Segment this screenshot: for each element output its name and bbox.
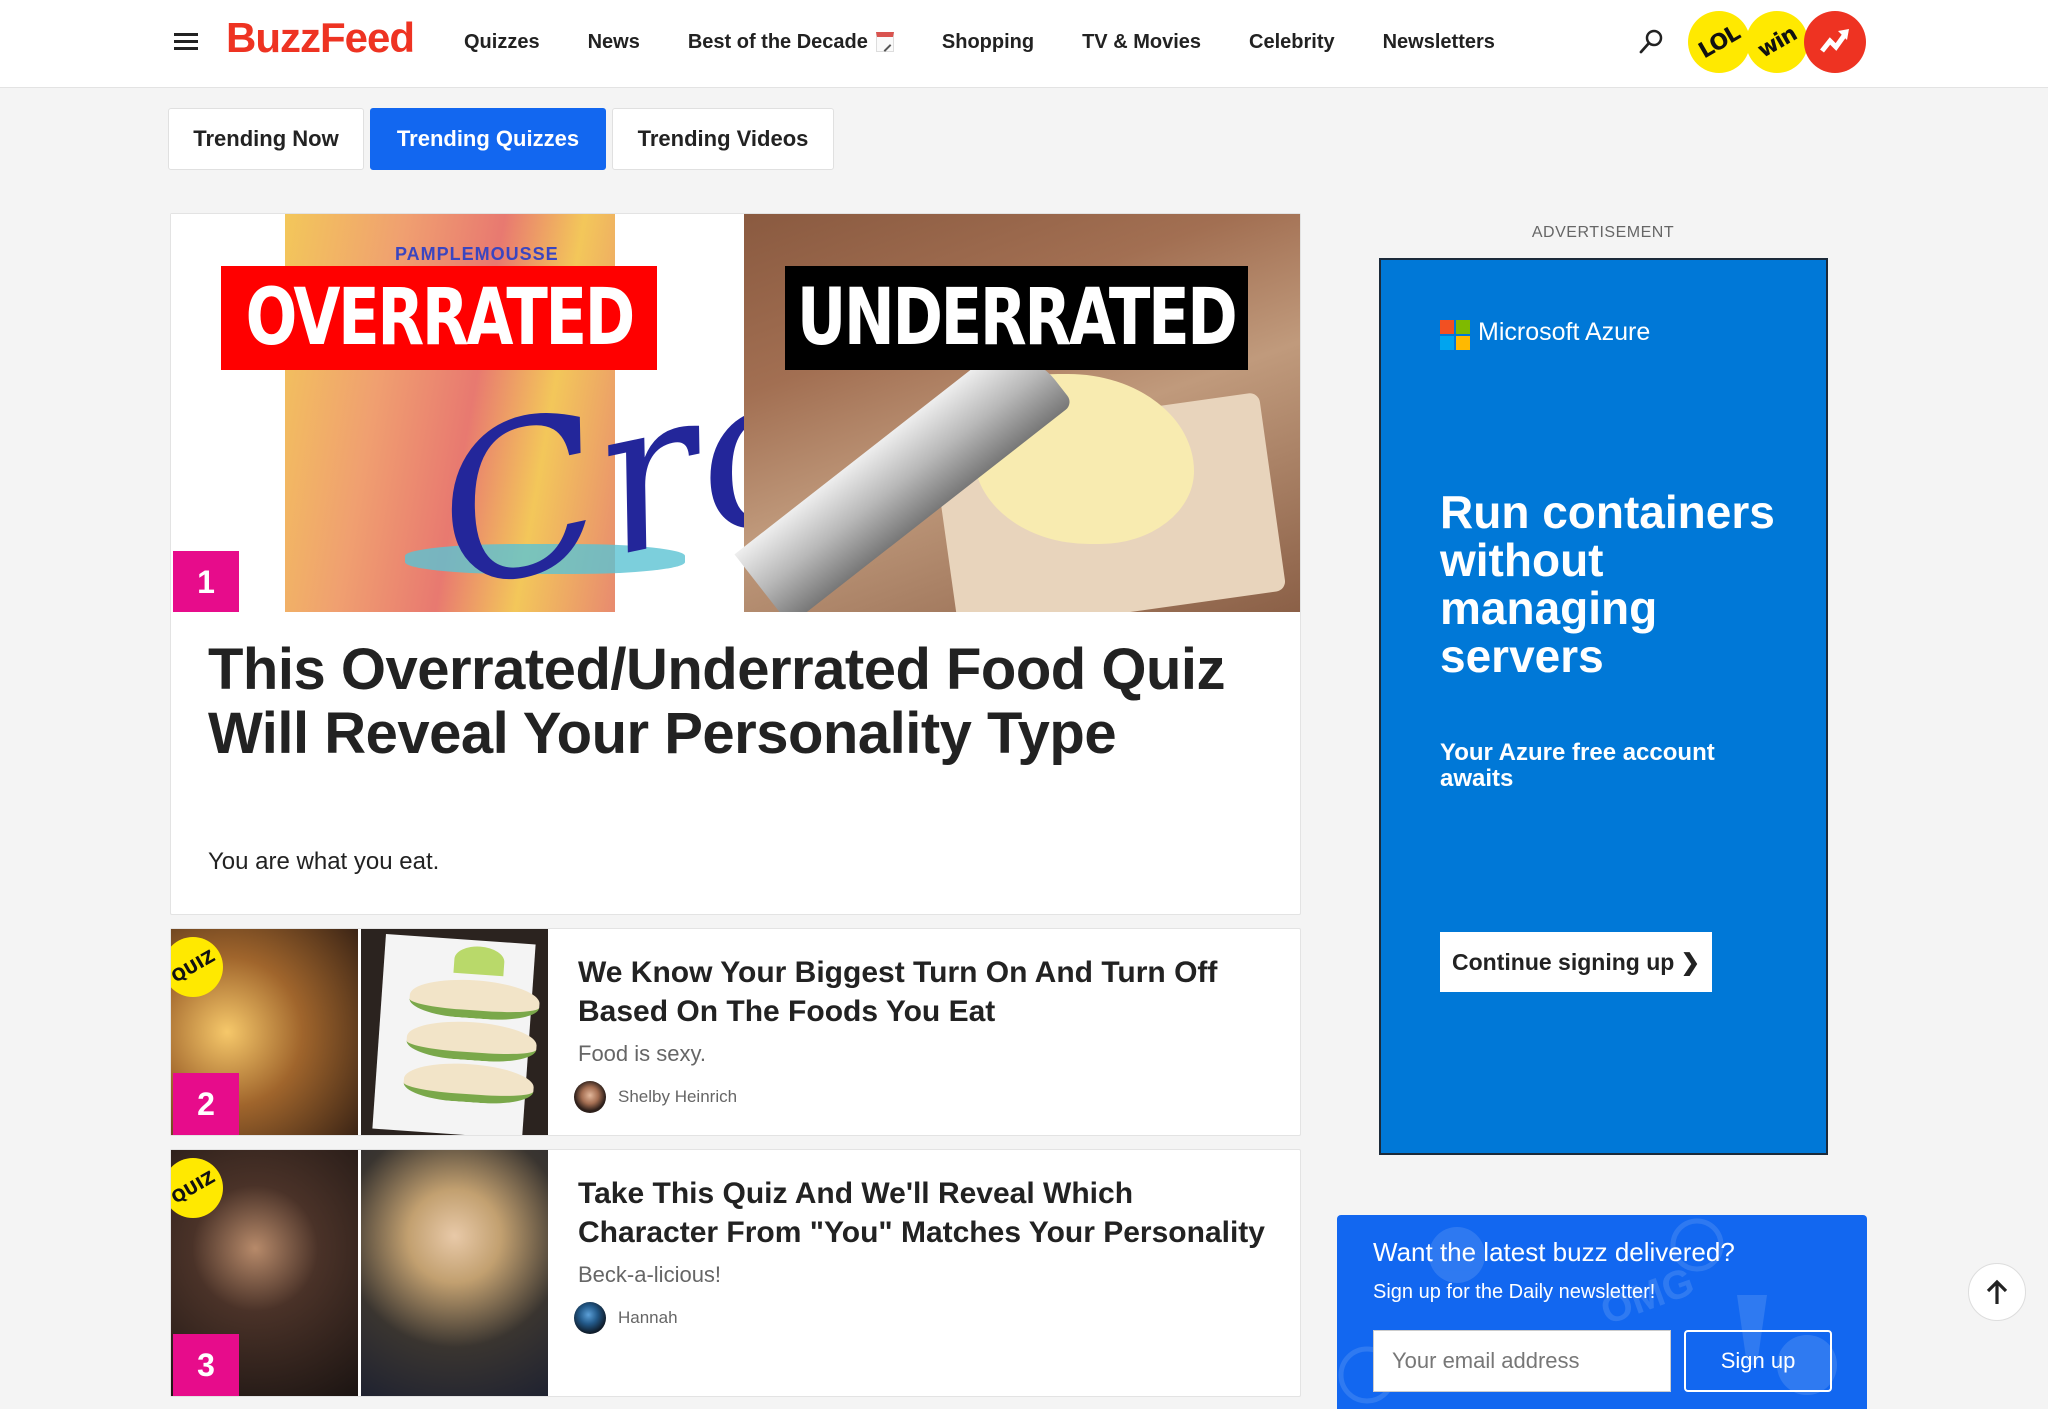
feed-tabs: Trending Now Trending Quizzes Trending V… bbox=[168, 108, 840, 170]
card-title[interactable]: Take This Quiz And We'll Reveal Which Ch… bbox=[578, 1174, 1278, 1252]
tacos-image bbox=[361, 929, 548, 1135]
microsoft-logo-icon bbox=[1440, 320, 1470, 350]
nav-label: Quizzes bbox=[464, 30, 540, 53]
overrated-label: OVERRATED bbox=[221, 266, 657, 370]
taco bbox=[402, 1059, 535, 1107]
nav-item-tv-movies[interactable]: TV & Movies bbox=[1082, 31, 1201, 54]
ad-cta-button[interactable]: Continue signing up ❯ bbox=[1440, 932, 1712, 992]
newsletter-subtitle: Sign up for the Daily newsletter! bbox=[1373, 1281, 1656, 1303]
site-header: BuzzFeed Quizzes News Best of the Decade… bbox=[0, 0, 2048, 88]
azure-ad[interactable]: Microsoft Azure Run containers without m… bbox=[1379, 258, 1828, 1155]
buzzfeed-logo[interactable]: BuzzFeed bbox=[226, 14, 415, 62]
sticker-text: QUIZ bbox=[171, 1167, 219, 1209]
featured-quiz-card[interactable]: PAMPLEMOUSSE Croix OVERRATED UNDERRATED … bbox=[170, 213, 1301, 915]
rank-badge: 1 bbox=[173, 551, 239, 612]
featured-image: PAMPLEMOUSSE Croix OVERRATED UNDERRATED … bbox=[171, 214, 1300, 612]
taco bbox=[405, 1017, 538, 1065]
newsletter-signup: OMG Want the latest buzz delivered? Sign… bbox=[1337, 1215, 1867, 1409]
badge-label: LOL bbox=[1694, 20, 1744, 64]
tab-trending-now[interactable]: Trending Now bbox=[168, 108, 364, 170]
quiz-card[interactable]: QUIZ 2 We Know Your Biggest Turn On And … bbox=[170, 928, 1301, 1136]
nav-item-celebrity[interactable]: Celebrity bbox=[1249, 31, 1335, 54]
author-name: Shelby Heinrich bbox=[618, 1087, 738, 1106]
trending-badge[interactable] bbox=[1804, 11, 1866, 73]
card-title[interactable]: We Know Your Biggest Turn On And Turn Of… bbox=[578, 953, 1278, 1031]
avatar bbox=[574, 1302, 606, 1334]
avatar bbox=[574, 1081, 606, 1113]
search-icon[interactable] bbox=[1637, 28, 1665, 56]
email-input[interactable] bbox=[1373, 1330, 1671, 1392]
rank-badge: 3 bbox=[173, 1334, 239, 1396]
overrated-text: OVERRATED bbox=[245, 273, 635, 363]
quiz-card[interactable]: QUIZ 3 Take This Quiz And We'll Reveal W… bbox=[170, 1149, 1301, 1397]
underrated-text: UNDERRATED bbox=[797, 273, 1238, 363]
nav-label: Best of the Decade bbox=[687, 30, 868, 53]
tab-trending-videos[interactable]: Trending Videos bbox=[612, 108, 834, 170]
card-body: We Know Your Biggest Turn On And Turn Of… bbox=[574, 953, 1278, 1113]
ad-brand: Microsoft Azure bbox=[1478, 318, 1651, 346]
nav-item-news[interactable]: News bbox=[588, 31, 640, 54]
nav-label: Newsletters bbox=[1382, 30, 1495, 53]
nav-item-shopping[interactable]: Shopping bbox=[942, 31, 1034, 54]
calendar-icon bbox=[875, 32, 894, 52]
author-name: Hannah bbox=[618, 1308, 678, 1327]
advertisement-label: ADVERTISEMENT bbox=[1531, 224, 1675, 241]
sticker-text: QUIZ bbox=[171, 946, 219, 988]
card-description: Beck-a-licious! bbox=[578, 1262, 722, 1287]
rank-badge: 2 bbox=[173, 1073, 239, 1135]
nav-item-newsletters[interactable]: Newsletters bbox=[1383, 31, 1495, 54]
nav-label: News bbox=[587, 30, 640, 53]
card-body: Take This Quiz And We'll Reveal Which Ch… bbox=[574, 1174, 1278, 1334]
nav-label: Shopping bbox=[941, 30, 1035, 53]
featured-description: You are what you eat. bbox=[208, 848, 440, 875]
taco bbox=[408, 975, 541, 1023]
tab-trending-quizzes[interactable]: Trending Quizzes bbox=[370, 108, 606, 170]
can-text: PAMPLEMOUSSE bbox=[395, 244, 559, 264]
main-nav: Quizzes News Best of the Decade Shopping… bbox=[464, 0, 1543, 84]
byline[interactable]: Hannah bbox=[574, 1302, 1278, 1334]
nav-item-quizzes[interactable]: Quizzes bbox=[464, 31, 540, 54]
ad-subline: Your Azure free account awaits bbox=[1440, 739, 1715, 792]
quiz-thumbnail: QUIZ 3 bbox=[171, 1150, 548, 1396]
overrated-image: PAMPLEMOUSSE Croix OVERRATED bbox=[171, 214, 1027, 612]
plate bbox=[372, 934, 541, 1135]
menu-icon[interactable] bbox=[174, 31, 198, 51]
lime bbox=[453, 944, 506, 977]
lol-badge[interactable]: LOL bbox=[1688, 11, 1750, 73]
back-to-top-button[interactable] bbox=[1968, 1263, 2026, 1321]
underrated-image: UNDERRATED bbox=[734, 214, 1300, 612]
featured-title[interactable]: This Overrated/Underrated Food Quiz Will… bbox=[208, 638, 1228, 766]
ad-headline: Run containers without managing servers bbox=[1440, 486, 1775, 682]
arrow-up-icon bbox=[1986, 1279, 2008, 1304]
underrated-label: UNDERRATED bbox=[785, 266, 1248, 370]
sign-up-button[interactable]: Sign up bbox=[1684, 1330, 1832, 1392]
nav-label: Celebrity bbox=[1249, 30, 1335, 53]
trending-arrow-icon bbox=[1820, 29, 1849, 53]
quiz-thumbnail: QUIZ 2 bbox=[171, 929, 548, 1135]
nav-label: TV & Movies bbox=[1082, 30, 1202, 53]
nav-item-best-of-decade[interactable]: Best of the Decade bbox=[688, 31, 894, 54]
character-image-right bbox=[361, 1150, 548, 1396]
newsletter-title: Want the latest buzz delivered? bbox=[1373, 1237, 1735, 1267]
byline[interactable]: Shelby Heinrich bbox=[574, 1081, 1278, 1113]
card-description: Food is sexy. bbox=[578, 1041, 706, 1066]
badge-label: win bbox=[1753, 21, 1801, 63]
win-badge[interactable]: win bbox=[1746, 11, 1808, 73]
